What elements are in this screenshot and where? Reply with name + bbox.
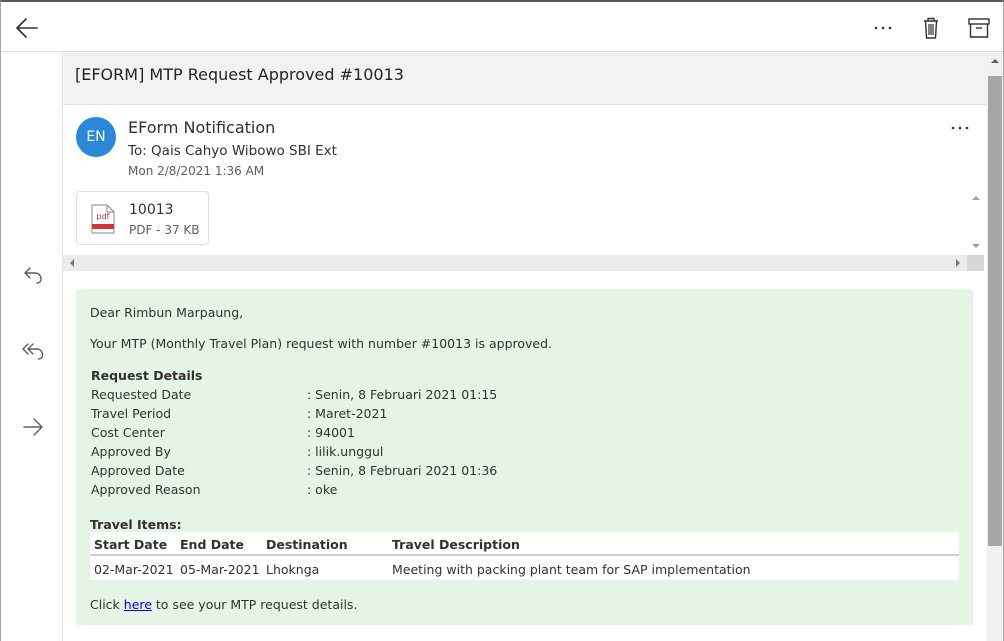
- attachment-name: 10013: [129, 202, 174, 218]
- message-date: Mon 2/8/2021 1:36 AM: [128, 164, 265, 178]
- archive-icon: [968, 18, 990, 38]
- pdf-icon-label: pdf: [97, 212, 110, 221]
- table-cell: Meeting with packing plant team for SAP …: [392, 562, 751, 577]
- action-rail: [1, 52, 63, 641]
- detail-value: : 94001: [307, 425, 355, 440]
- archive-button[interactable]: [965, 14, 993, 42]
- reply-all-button[interactable]: [19, 337, 47, 365]
- detail-label: Cost Center: [91, 425, 165, 440]
- detail-row: Travel Period : Maret-2021: [91, 406, 691, 425]
- message-more-button[interactable]: [947, 117, 975, 139]
- detail-row: Approved Reason : oke: [91, 482, 691, 501]
- detail-value: : Senin, 8 Februari 2021 01:15: [307, 387, 498, 402]
- sender-name[interactable]: EForm Notification: [128, 118, 275, 137]
- detail-label: Travel Period: [91, 406, 172, 421]
- detail-row: Approved Date : Senin, 8 Februari 2021 0…: [91, 463, 691, 482]
- detail-value: : oke: [307, 482, 338, 497]
- top-toolbar: [1, 2, 1003, 52]
- pdf-file-icon: pdf: [91, 204, 115, 234]
- mail-reading-window: [EFORM] MTP Request Approved #10013 EN E…: [0, 0, 1004, 641]
- detail-value: : Senin, 8 Februari 2021 01:36: [307, 463, 498, 478]
- message-card: EN EForm Notification To: Qais Cahyo Wib…: [63, 104, 987, 641]
- reply-icon: [24, 267, 42, 284]
- avatar[interactable]: EN: [76, 117, 116, 157]
- attachment-strip: pdf 10013 PDF - 37 KB: [63, 189, 987, 271]
- scroll-right-arrow-icon[interactable]: [953, 258, 963, 268]
- detail-label: Approved By: [91, 444, 171, 459]
- scroll-left-arrow-icon[interactable]: [67, 258, 77, 268]
- back-button[interactable]: [13, 14, 41, 42]
- table-cell: 05-Mar-2021: [180, 562, 260, 577]
- table-cell: Lhoknga: [266, 562, 320, 577]
- scrollbar-thumb[interactable]: [988, 76, 1002, 546]
- attachment-card[interactable]: pdf 10013 PDF - 37 KB: [76, 191, 209, 245]
- detail-label: Approved Date: [91, 463, 185, 478]
- message-subject: [EFORM] MTP Request Approved #10013: [75, 65, 404, 84]
- detail-row: Requested Date : Senin, 8 Februari 2021 …: [91, 387, 691, 406]
- table-row: 02-Mar-2021 05-Mar-2021 Lhoknga Meeting …: [90, 557, 959, 580]
- column-header-destination: Destination: [266, 537, 348, 552]
- request-details-heading: Request Details: [91, 368, 203, 383]
- detail-label: Approved Reason: [91, 482, 201, 497]
- travel-items-table: Start Date End Date Destination Travel D…: [90, 532, 959, 580]
- column-header-end-date: End Date: [180, 537, 245, 552]
- attachment-vertical-scrollbar[interactable]: [967, 189, 984, 255]
- detail-row: Approved By : lilik.unggul: [91, 444, 691, 463]
- detail-value: : Maret-2021: [307, 406, 388, 421]
- detail-row: Cost Center : 94001: [91, 425, 691, 444]
- table-header-row: Start Date End Date Destination Travel D…: [90, 532, 959, 556]
- attachment-meta: PDF - 37 KB: [129, 223, 200, 237]
- column-header-start-date: Start Date: [94, 537, 168, 552]
- arrow-left-icon: [16, 18, 38, 38]
- trash-icon: [924, 17, 938, 39]
- more-horizontal-icon: [951, 126, 969, 130]
- message-body: Dear Rimbun Marpaung, Your MTP (Monthly …: [76, 289, 973, 625]
- main-vertical-scrollbar[interactable]: [987, 52, 1003, 641]
- footer-suffix: to see your MTP request details.: [151, 597, 358, 612]
- forward-button[interactable]: [19, 413, 47, 441]
- request-details-link[interactable]: here: [124, 597, 152, 612]
- scroll-up-arrow-icon[interactable]: [971, 193, 981, 203]
- footer-prefix: Click: [90, 597, 124, 612]
- more-actions-button[interactable]: [869, 14, 897, 42]
- forward-icon: [23, 418, 43, 436]
- avatar-initials: EN: [86, 129, 106, 145]
- reply-all-icon: [22, 343, 44, 360]
- delete-button[interactable]: [917, 14, 945, 42]
- reply-button[interactable]: [19, 261, 47, 289]
- more-horizontal-icon: [874, 26, 892, 30]
- scroll-down-arrow-icon[interactable]: [971, 241, 981, 251]
- greeting-text: Dear Rimbun Marpaung,: [90, 305, 244, 320]
- detail-label: Requested Date: [91, 387, 192, 402]
- scroll-up-arrow-icon[interactable]: [990, 56, 1000, 66]
- attachment-horizontal-scrollbar[interactable]: [63, 255, 967, 271]
- intro-text: Your MTP (Monthly Travel Plan) request w…: [90, 336, 553, 351]
- recipient-line: To: Qais Cahyo Wibowo SBI Ext: [128, 143, 337, 159]
- reading-pane: [EFORM] MTP Request Approved #10013 EN E…: [63, 52, 987, 641]
- travel-items-heading: Travel Items:: [90, 517, 182, 532]
- footer-text: Click here to see your MTP request detai…: [90, 597, 357, 612]
- detail-value: : lilik.unggul: [307, 444, 384, 459]
- table-cell: 02-Mar-2021: [94, 562, 174, 577]
- scrollbar-corner: [967, 255, 984, 271]
- column-header-travel-description: Travel Description: [392, 537, 520, 552]
